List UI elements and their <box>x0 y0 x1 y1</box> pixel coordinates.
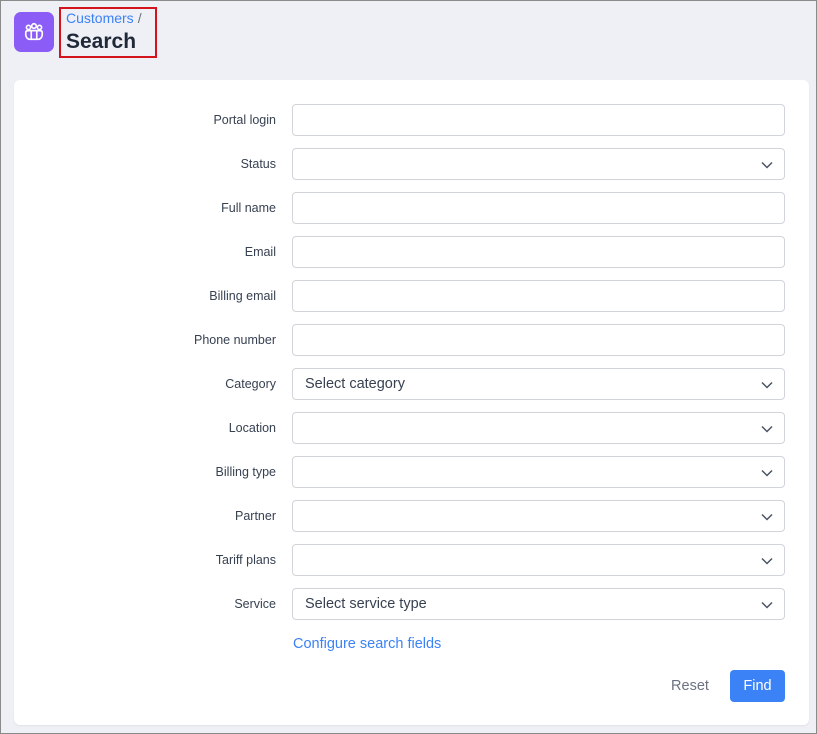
location-select[interactable] <box>292 412 785 444</box>
email-input[interactable] <box>293 237 784 267</box>
form-row-billing-email: Billing email <box>14 280 809 312</box>
field-label: Phone number <box>193 333 276 347</box>
portal-login-input-wrapper <box>292 104 785 136</box>
field-label: Status <box>240 157 276 171</box>
chevron-down-icon <box>761 469 773 477</box>
field-label: Service <box>234 597 276 611</box>
status-select[interactable] <box>292 148 785 180</box>
form-row-service: Service Select service type <box>14 588 809 620</box>
field-label: Billing email <box>209 289 276 303</box>
form-row-email: Email <box>14 236 809 268</box>
billing-type-select[interactable] <box>292 456 785 488</box>
field-label: Full name <box>221 201 276 215</box>
category-select[interactable]: Select category <box>292 368 785 400</box>
form-row-portal-login: Portal login <box>14 104 809 136</box>
service-select[interactable]: Select service type <box>292 588 785 620</box>
form-row-status: Status <box>14 148 809 180</box>
select-placeholder: Select category <box>305 376 405 392</box>
form-row-category: Category Select category <box>14 368 809 400</box>
field-label: Portal login <box>213 113 276 127</box>
phone-number-input-wrapper <box>292 324 785 356</box>
phone-number-input[interactable] <box>293 325 784 355</box>
breadcrumb: Customers / <box>66 10 142 26</box>
search-form-card: Portal login Status Full name Email Bill… <box>14 80 809 725</box>
form-row-tariff-plans: Tariff plans <box>14 544 809 576</box>
chevron-down-icon <box>761 601 773 609</box>
customers-group-icon <box>14 12 54 52</box>
field-label: Partner <box>235 509 276 523</box>
page-frame: Customers / Search Portal login Status Fu… <box>0 0 817 734</box>
form-row-billing-type: Billing type <box>14 456 809 488</box>
chevron-down-icon <box>761 161 773 169</box>
form-row-phone-number: Phone number <box>14 324 809 356</box>
field-label: Location <box>228 421 276 435</box>
reset-button[interactable]: Reset <box>660 670 720 702</box>
field-label: Email <box>244 245 276 259</box>
chevron-down-icon <box>761 381 773 389</box>
tariff-plans-select[interactable] <box>292 544 785 576</box>
chevron-down-icon <box>761 513 773 521</box>
partner-select[interactable] <box>292 500 785 532</box>
configure-search-fields-link[interactable]: Configure search fields <box>293 636 441 652</box>
page-title: Search <box>66 30 137 53</box>
breadcrumb-separator: / <box>137 10 142 26</box>
billing-email-input-wrapper <box>292 280 785 312</box>
field-label: Billing type <box>215 465 276 479</box>
chevron-down-icon <box>761 557 773 565</box>
form-row-location: Location <box>14 412 809 444</box>
form-row-full-name: Full name <box>14 192 809 224</box>
chevron-down-icon <box>761 425 773 433</box>
portal-login-input[interactable] <box>293 105 784 135</box>
select-placeholder: Select service type <box>305 596 427 612</box>
breadcrumb-link-customers[interactable]: Customers <box>66 10 134 26</box>
email-input-wrapper <box>292 236 785 268</box>
field-label: Category <box>225 377 276 391</box>
form-row-partner: Partner <box>14 500 809 532</box>
full-name-input-wrapper <box>292 192 785 224</box>
field-label: Tariff plans <box>215 553 276 567</box>
billing-email-input[interactable] <box>293 281 784 311</box>
find-button[interactable]: Find <box>730 670 785 702</box>
full-name-input[interactable] <box>293 193 784 223</box>
